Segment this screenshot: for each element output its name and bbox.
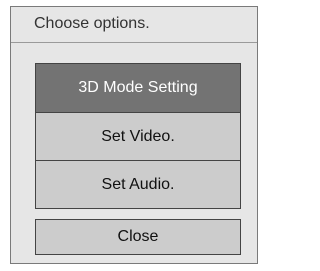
dialog-title: Choose options.: [34, 15, 150, 32]
option-set-audio[interactable]: Set Audio.: [36, 160, 240, 208]
option-3d-mode-setting[interactable]: 3D Mode Setting: [36, 64, 240, 112]
close-button[interactable]: Close: [35, 219, 241, 255]
options-dialog: Choose options. 3D Mode Setting Set Vide…: [10, 6, 258, 264]
option-set-video[interactable]: Set Video.: [36, 112, 240, 160]
dialog-header: Choose options.: [11, 7, 257, 43]
option-list: 3D Mode Setting Set Video. Set Audio.: [35, 63, 241, 209]
